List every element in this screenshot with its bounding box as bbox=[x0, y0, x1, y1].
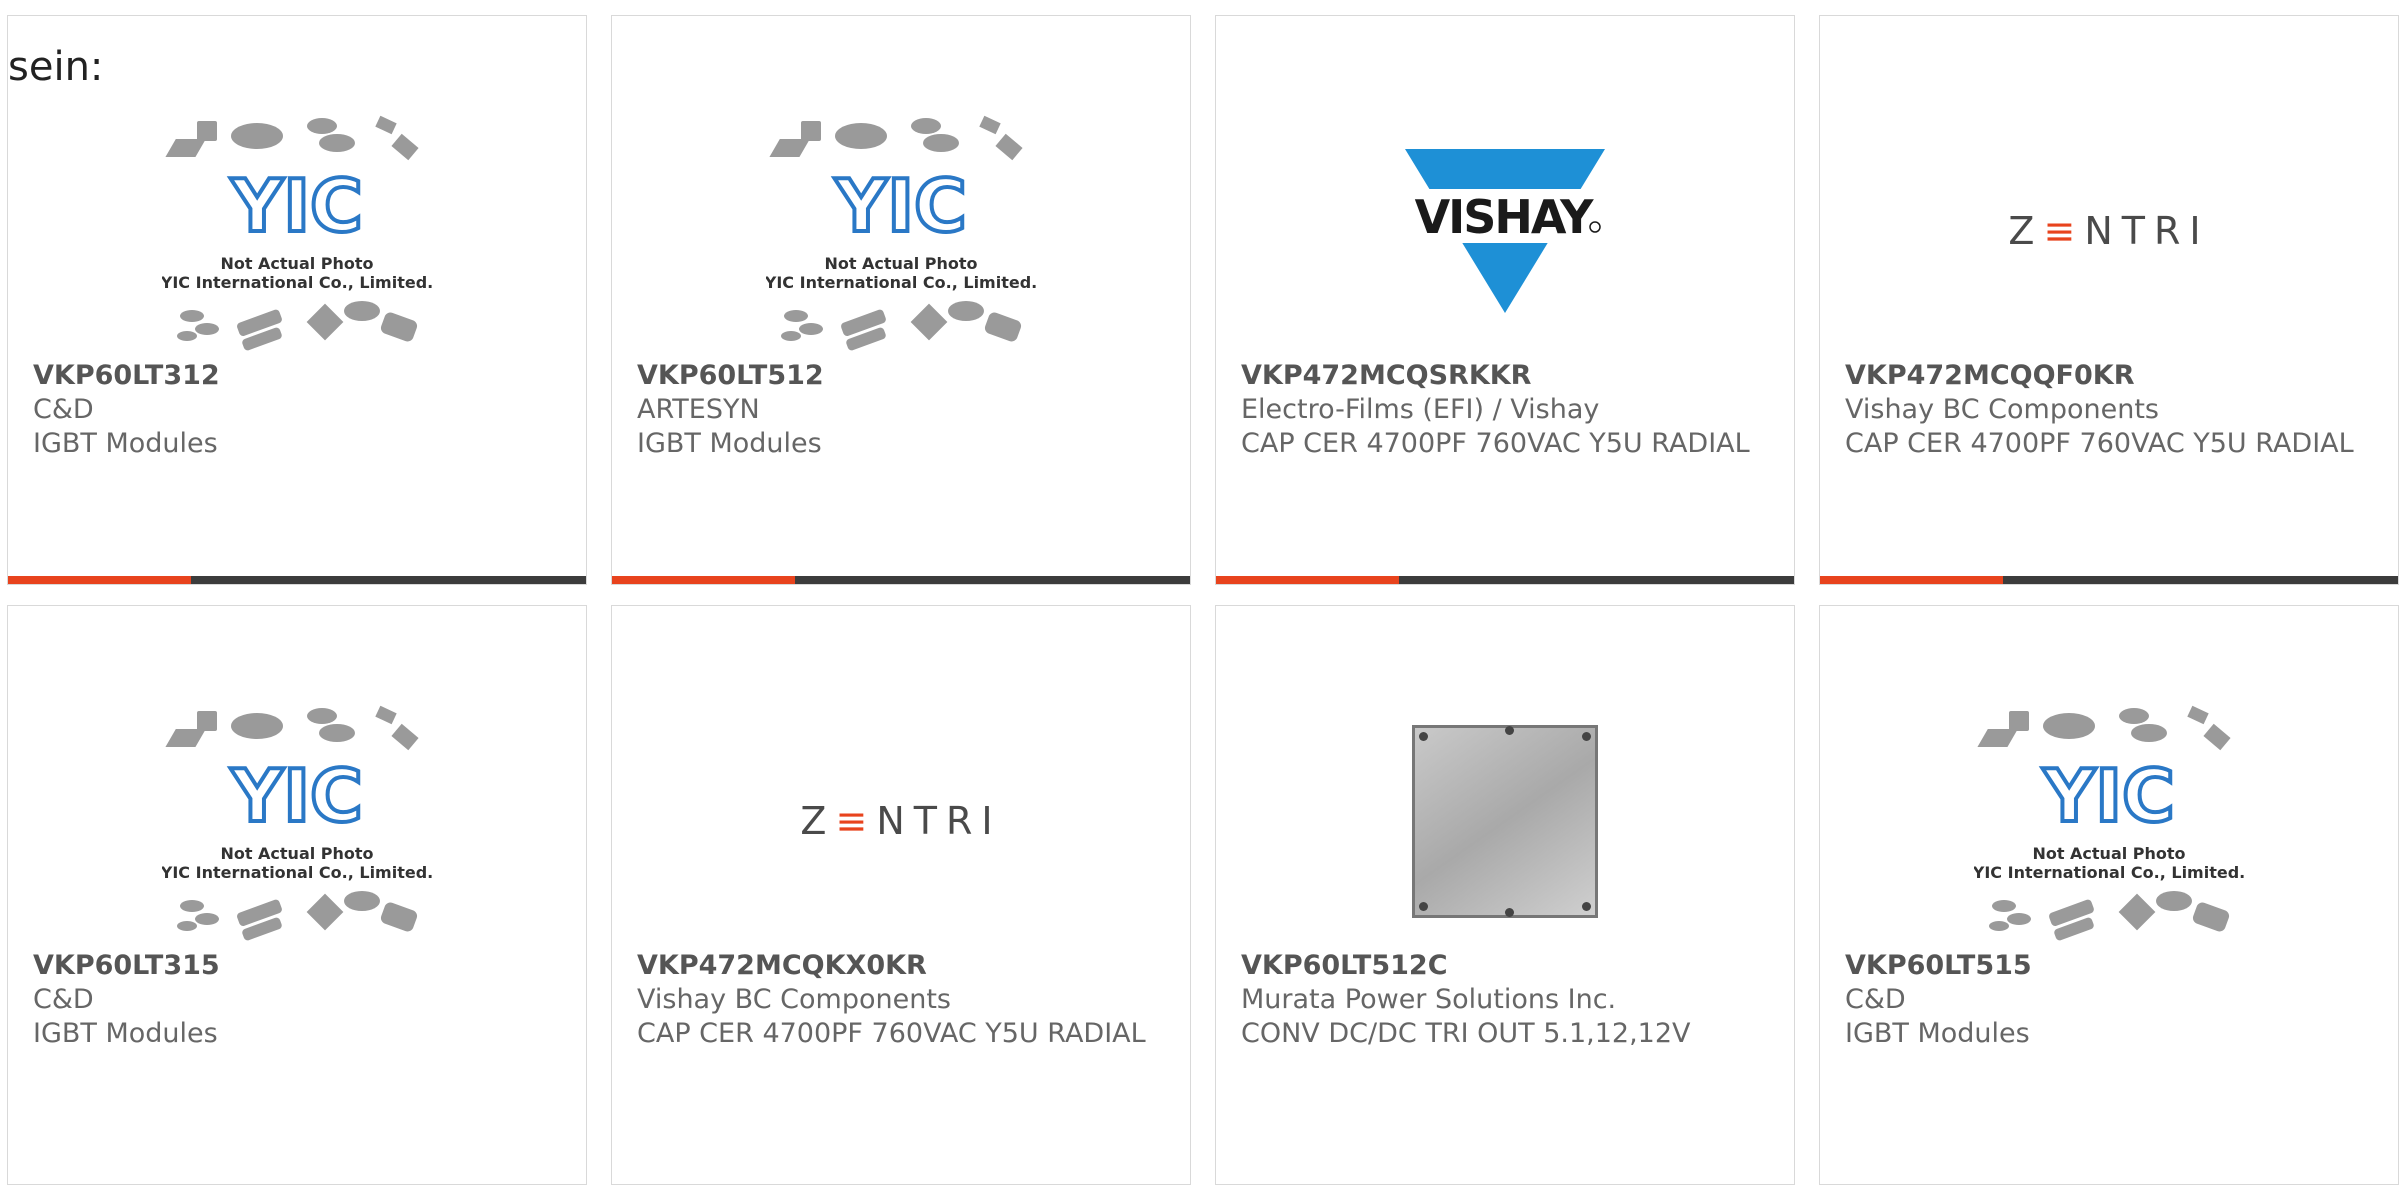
zentri-letter-e: ≡ bbox=[835, 799, 877, 843]
placeholder-line2: YIC International Co., Limited. bbox=[1974, 863, 2244, 882]
description: CAP CER 4700PF 760VAC Y5U RADIAL bbox=[637, 1018, 1146, 1049]
product-card[interactable]: YIC Not Actual Photo YIC International C… bbox=[1819, 605, 2399, 1185]
part-number[interactable]: VKP472MCQKX0KR bbox=[637, 949, 1165, 983]
placeholder-line1: Not Actual Photo bbox=[220, 254, 373, 273]
product-card[interactable]: YIC Not Actual Photo YIC International C… bbox=[7, 15, 587, 585]
part-number[interactable]: VKP472MCQSRKKR bbox=[1241, 359, 1769, 393]
product-image[interactable]: YIC Not Actual Photo YIC International C… bbox=[8, 96, 586, 366]
yic-brand: YIC bbox=[834, 164, 967, 248]
module-photo bbox=[1412, 724, 1598, 918]
yic-placeholder-image: YIC Not Actual Photo YIC International C… bbox=[766, 115, 1036, 351]
product-card[interactable]: YIC Not Actual Photo YIC International C… bbox=[611, 15, 1191, 585]
yic-placeholder-image: YIC Not Actual Photo YIC International C… bbox=[162, 115, 432, 351]
zentri-letters-ntri: NTRI bbox=[876, 799, 1002, 843]
placeholder-line1: Not Actual Photo bbox=[220, 844, 373, 863]
product-card[interactable]: YIC Not Actual Photo YIC International C… bbox=[7, 605, 587, 1185]
manufacturer: ARTESYN bbox=[637, 394, 760, 425]
card-bottom-bar bbox=[612, 576, 1190, 584]
card-accent-bar bbox=[8, 576, 191, 584]
card-accent-bar bbox=[612, 576, 795, 584]
zentri-letter-e: ≡ bbox=[2043, 209, 2085, 253]
manufacturer: Vishay BC Components bbox=[637, 984, 951, 1015]
product-image[interactable]: Z≡NTRI bbox=[612, 686, 1190, 956]
product-image[interactable]: VISHAY bbox=[1216, 96, 1794, 366]
product-image[interactable] bbox=[1216, 686, 1794, 956]
description: IGBT Modules bbox=[33, 1018, 218, 1049]
vishay-brand: VISHAY bbox=[1415, 190, 1595, 244]
manufacturer: Electro-Films (EFI) / Vishay bbox=[1241, 394, 1600, 425]
part-number[interactable]: VKP60LT512 bbox=[637, 359, 1165, 393]
card-accent-bar bbox=[1216, 576, 1399, 584]
manufacturer: C&D bbox=[1845, 984, 1906, 1015]
product-image[interactable]: YIC Not Actual Photo YIC International C… bbox=[8, 686, 586, 956]
product-image[interactable]: YIC Not Actual Photo YIC International C… bbox=[612, 96, 1190, 366]
yic-brand: YIC bbox=[230, 754, 363, 838]
card-bottom-bar bbox=[1216, 576, 1794, 584]
card-bottom-bar bbox=[1820, 576, 2398, 584]
placeholder-line1: Not Actual Photo bbox=[824, 254, 977, 273]
product-card[interactable]: VISHAY VKP472MCQSRKKR Electro-Films (EFI… bbox=[1215, 15, 1795, 585]
yic-brand: YIC bbox=[2042, 754, 2175, 838]
product-card[interactable]: Z≡NTRI VKP472MCQKX0KR Vishay BC Componen… bbox=[611, 605, 1191, 1185]
zentri-letter-z: Z bbox=[2008, 209, 2044, 253]
intro-text: sein: bbox=[8, 44, 104, 90]
description: IGBT Modules bbox=[1845, 1018, 2030, 1049]
product-card[interactable]: Z≡NTRI VKP472MCQQF0KR Vishay BC Componen… bbox=[1819, 15, 2399, 585]
zentri-logo: Z≡NTRI bbox=[2008, 209, 2209, 253]
part-number[interactable]: VKP472MCQQF0KR bbox=[1845, 359, 2373, 393]
yic-placeholder-image: YIC Not Actual Photo YIC International C… bbox=[1974, 705, 2244, 941]
description: IGBT Modules bbox=[33, 428, 218, 459]
yic-brand: YIC bbox=[230, 164, 363, 248]
part-number[interactable]: VKP60LT515 bbox=[1845, 949, 2373, 983]
product-image[interactable]: YIC Not Actual Photo YIC International C… bbox=[1820, 686, 2398, 956]
placeholder-line1: Not Actual Photo bbox=[2032, 844, 2185, 863]
zentri-letters-ntri: NTRI bbox=[2084, 209, 2210, 253]
part-number[interactable]: VKP60LT315 bbox=[33, 949, 561, 983]
manufacturer: Vishay BC Components bbox=[1845, 394, 2159, 425]
description: CAP CER 4700PF 760VAC Y5U RADIAL bbox=[1241, 428, 1750, 459]
part-number[interactable]: VKP60LT312 bbox=[33, 359, 561, 393]
card-bottom-bar bbox=[8, 576, 586, 584]
zentri-letter-z: Z bbox=[800, 799, 836, 843]
manufacturer: Murata Power Solutions Inc. bbox=[1241, 984, 1617, 1015]
description: CAP CER 4700PF 760VAC Y5U RADIAL bbox=[1845, 428, 2354, 459]
zentri-logo: Z≡NTRI bbox=[800, 799, 1001, 843]
card-accent-bar bbox=[1820, 576, 2003, 584]
manufacturer: C&D bbox=[33, 394, 94, 425]
product-card[interactable]: VKP60LT512C Murata Power Solutions Inc. … bbox=[1215, 605, 1795, 1185]
vishay-logo: VISHAY bbox=[1405, 149, 1605, 313]
description: CONV DC/DC TRI OUT 5.1,12,12V bbox=[1241, 1018, 1691, 1049]
part-number[interactable]: VKP60LT512C bbox=[1241, 949, 1769, 983]
description: IGBT Modules bbox=[637, 428, 822, 459]
placeholder-line2: YIC International Co., Limited. bbox=[766, 273, 1036, 292]
placeholder-line2: YIC International Co., Limited. bbox=[162, 273, 432, 292]
placeholder-line2: YIC International Co., Limited. bbox=[162, 863, 432, 882]
manufacturer: C&D bbox=[33, 984, 94, 1015]
product-image[interactable]: Z≡NTRI bbox=[1820, 96, 2398, 366]
yic-placeholder-image: YIC Not Actual Photo YIC International C… bbox=[162, 705, 432, 941]
